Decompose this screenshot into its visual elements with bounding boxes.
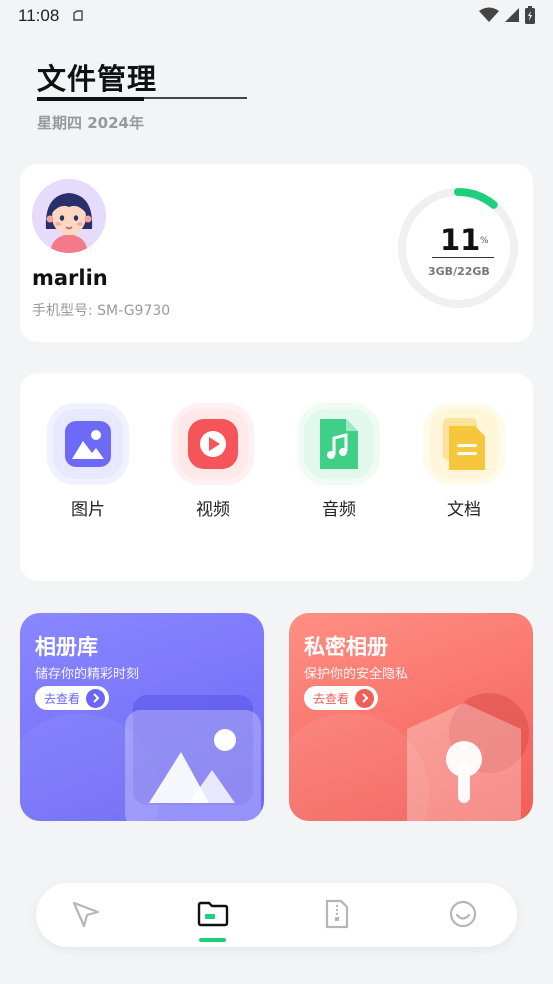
- category-card: 图片 视频 音频 文档: [20, 373, 533, 581]
- album-promo-card[interactable]: 相册库 储存你的精彩时刻 去查看: [20, 613, 264, 821]
- document-category-tile: [423, 403, 505, 485]
- category-videos[interactable]: 视频: [172, 403, 254, 520]
- album-subtitle: 储存你的精彩时刻: [35, 667, 140, 682]
- smile-icon: [449, 900, 477, 928]
- category-images[interactable]: 图片: [47, 403, 129, 520]
- audio-category-tile: [298, 403, 380, 485]
- album-title: 相册库: [35, 635, 98, 659]
- private-view-label: 去查看: [313, 691, 350, 706]
- tab-send[interactable]: [69, 897, 103, 931]
- device-model-label: 手机型号:: [32, 303, 98, 319]
- user-name: marlin: [32, 266, 108, 290]
- device-model: 手机型号: SM-G9730: [32, 300, 170, 320]
- folder-icon: [197, 901, 229, 927]
- album-view-button[interactable]: 去查看: [35, 686, 110, 710]
- video-play-icon: [188, 419, 238, 469]
- album-view-label: 去查看: [44, 691, 81, 706]
- image-category-tile: [47, 403, 129, 485]
- status-time: 11:08: [18, 6, 60, 25]
- category-images-label: 图片: [71, 500, 105, 520]
- notification-icon: [73, 10, 83, 21]
- title-underline-accent: [37, 97, 144, 101]
- private-view-button[interactable]: 去查看: [304, 686, 379, 710]
- active-tab-indicator: [199, 938, 226, 942]
- chevron-right-icon: [355, 688, 375, 708]
- send-icon: [72, 901, 100, 928]
- category-audio-label: 音频: [322, 500, 356, 520]
- storage-percent-sign: %: [480, 236, 489, 246]
- category-videos-label: 视频: [196, 500, 230, 520]
- page-header: 文件管理: [37, 56, 157, 98]
- private-title: 私密相册: [304, 635, 388, 659]
- gallery-illustration-icon: [125, 710, 261, 821]
- bottom-tab-bar: [36, 883, 517, 947]
- user-card: marlin 手机型号: SM-G9730 11 % 3GB/22GB: [20, 164, 533, 342]
- category-audio[interactable]: 音频: [298, 403, 380, 520]
- date-label: 星期四 2024年: [37, 114, 144, 132]
- page-title: 文件管理: [37, 62, 158, 96]
- tab-zip[interactable]: [320, 897, 354, 931]
- zip-file-icon: [325, 899, 349, 929]
- document-icon: [443, 418, 485, 470]
- chevron-right-icon: [86, 688, 106, 708]
- storage-percent: 11: [440, 223, 481, 257]
- private-subtitle: 保护你的安全隐私: [304, 667, 409, 682]
- signal-icon: [505, 8, 519, 22]
- battery-icon: [525, 6, 535, 24]
- shield-lock-icon: [407, 703, 521, 821]
- status-bar: 11:08: [0, 0, 553, 32]
- wifi-icon: [479, 7, 499, 22]
- tab-profile[interactable]: [446, 897, 480, 931]
- storage-divider: [432, 257, 494, 258]
- image-icon: [65, 421, 111, 467]
- video-category-tile: [172, 403, 254, 485]
- storage-usage: 3GB/22GB: [428, 265, 490, 278]
- avatar[interactable]: [32, 179, 106, 253]
- music-note-icon: [320, 419, 358, 469]
- device-model-value: SM-G9730: [97, 303, 171, 319]
- avatar-girl-icon: [32, 179, 106, 253]
- tab-files[interactable]: [196, 897, 230, 931]
- private-promo-card[interactable]: 私密相册 保护你的安全隐私 去查看: [289, 613, 533, 821]
- status-icons: [479, 6, 535, 24]
- category-documents-label: 文档: [447, 500, 481, 520]
- category-documents[interactable]: 文档: [423, 403, 505, 520]
